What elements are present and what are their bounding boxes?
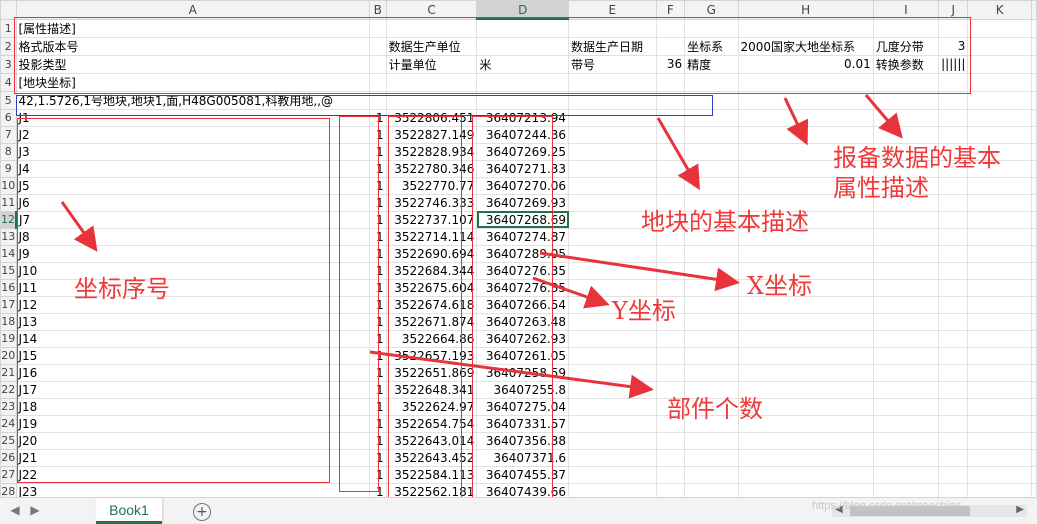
annotation-x-coordinate: X坐标 [747, 272, 813, 300]
annotation-y-coordinate: Y坐标 [612, 297, 676, 325]
annotation-arrows [60, 94, 903, 399]
annotation-part-count: 部件个数 [667, 395, 763, 423]
chevron-left-icon[interactable]: ◀ [8, 503, 22, 517]
annotation-attribute-line2: 属性描述 [833, 174, 929, 202]
arrow-x-coordinate [539, 251, 740, 292]
arrow-attribute-right [864, 94, 903, 139]
arrow-y-coordinate [532, 276, 610, 309]
watermark-text: https://blog.csdn.net/meechina [812, 500, 962, 512]
arrow-part-count [369, 350, 654, 399]
annotation-point-number: 坐标序号 [74, 275, 170, 303]
scroll-right-icon[interactable]: ▶ [1016, 504, 1024, 515]
sheet-tab-book1[interactable]: Book1 [96, 498, 162, 524]
spreadsheet-area[interactable]: ABCDEFGHIJK 1 [属性描述] 2 格式版本号 数据生产单位 数据生产日期 坐标系… [0, 0, 1037, 497]
arrow-point-number [60, 201, 98, 252]
arrow-parcel-description [656, 117, 701, 191]
annotation-attribute-line1: 报备数据的基本 [833, 144, 1001, 172]
chevron-right-icon[interactable]: ▶ [28, 503, 42, 517]
plus-circle-icon[interactable]: + [193, 503, 211, 521]
arrow-attribute-left [783, 97, 809, 146]
annotation-attribute-description: 报备数据的基本 属性描述 [833, 143, 1001, 203]
annotation-parcel-description: 地块的基本描述 [641, 208, 809, 236]
